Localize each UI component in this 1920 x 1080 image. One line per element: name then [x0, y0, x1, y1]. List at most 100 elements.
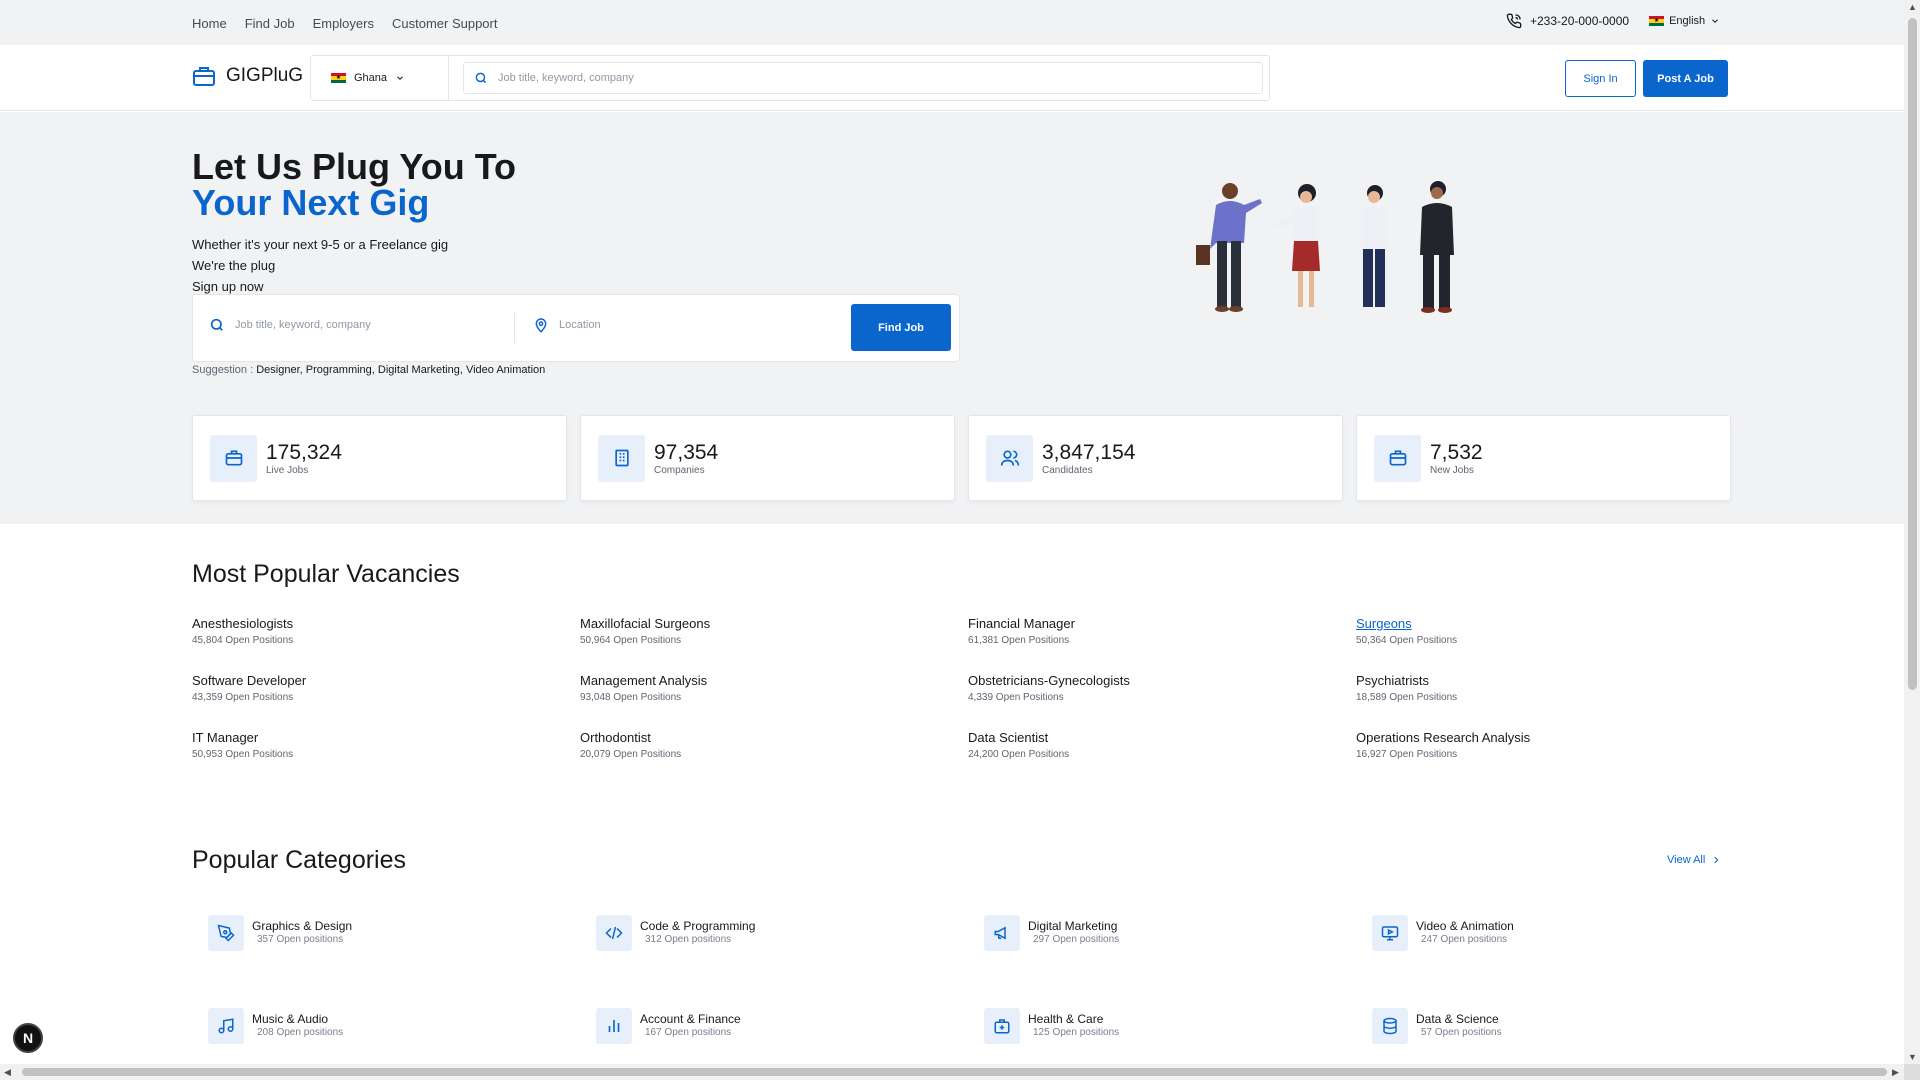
vacancy-title[interactable]: Psychiatrists	[1356, 672, 1744, 690]
monitor-play-icon	[1372, 915, 1408, 951]
vertical-scrollbar[interactable]: ▲ ▼	[1904, 0, 1920, 1080]
category-positions: 208 Open positions	[257, 1027, 344, 1038]
language-selector[interactable]: ★ English	[1649, 15, 1720, 27]
nav-home[interactable]: Home	[192, 16, 227, 31]
building-icon	[598, 434, 645, 482]
vacancy-title[interactable]: Financial Manager	[968, 615, 1356, 633]
category-positions: 167 Open positions	[645, 1027, 732, 1038]
nav-customer-support[interactable]: Customer Support	[392, 16, 498, 31]
category-item[interactable]: Music & Audio 208 Open positions	[208, 1008, 596, 1044]
category-positions: 125 Open positions	[1033, 1027, 1120, 1038]
dev-tools-badge[interactable]: N	[13, 1023, 43, 1053]
stat-value: 175,324	[266, 440, 342, 464]
suggestion-video-animation[interactable]: Video Animation	[466, 364, 545, 376]
vacancy-positions: 24,200 Open Positions	[968, 749, 1070, 760]
category-item[interactable]: Graphics & Design 357 Open positions	[208, 915, 596, 951]
bar-chart-icon	[596, 1008, 632, 1044]
nav-employers[interactable]: Employers	[313, 16, 374, 31]
search-icon	[209, 317, 225, 333]
scroll-right-arrow-icon[interactable]: ▶	[1892, 1067, 1899, 1078]
scroll-up-arrow-icon[interactable]: ▲	[1908, 2, 1917, 12]
find-job-button[interactable]: Find Job	[851, 304, 951, 351]
vacancy-positions: 43,359 Open Positions	[192, 692, 294, 703]
category-item[interactable]: Code & Programming 312 Open positions	[596, 915, 984, 951]
vacancy-item[interactable]: Maxillofacial Surgeons 50,964 Open Positi…	[580, 615, 968, 648]
phone-icon	[1506, 13, 1522, 29]
vacancy-title[interactable]: Orthodontist	[580, 729, 968, 747]
briefcase-logo-icon	[192, 65, 216, 87]
vacancy-item[interactable]: IT Manager 50,953 Open Positions	[192, 729, 580, 762]
vacancy-positions: 50,964 Open Positions	[580, 635, 682, 646]
vacancy-item[interactable]: Software Developer 43,359 Open Positions	[192, 672, 580, 705]
vacancy-positions: 20,079 Open Positions	[580, 749, 682, 760]
categories-title: Popular Categories	[192, 846, 407, 874]
vacancy-item[interactable]: Financial Manager 61,381 Open Positions	[968, 615, 1356, 648]
post-job-button[interactable]: Post A Job	[1643, 60, 1728, 97]
scroll-down-arrow-icon[interactable]: ▼	[1908, 1052, 1917, 1062]
phone-contact[interactable]: +233-20-000-0000	[1506, 13, 1629, 29]
horizontal-scrollbar[interactable]: ◀ ▶	[0, 1064, 1904, 1080]
users-icon	[986, 434, 1033, 482]
hero-search-box: Job title, keyword, company Location Fin…	[192, 294, 960, 362]
view-all-link[interactable]: View All	[1667, 854, 1721, 866]
stat-card-live-jobs: 175,324 Live Jobs	[192, 415, 567, 501]
hero-keyword-input[interactable]: Job title, keyword, company	[209, 317, 371, 333]
vacancy-title[interactable]: Data Scientist	[968, 729, 1356, 747]
scroll-left-arrow-icon[interactable]: ◀	[4, 1067, 11, 1078]
hero-illustration	[1190, 179, 1490, 355]
vacancy-item[interactable]: Orthodontist 20,079 Open Positions	[580, 729, 968, 762]
sign-in-button[interactable]: Sign In	[1565, 60, 1636, 97]
vacancy-item[interactable]: Management Analysis 93,048 Open Positions	[580, 672, 968, 705]
category-title: Music & Audio	[252, 1012, 329, 1026]
logo[interactable]: GIGPluG	[192, 65, 303, 87]
category-item[interactable]: Account & Finance 167 Open positions	[596, 1008, 984, 1044]
category-item[interactable]: Data & Science 57 Open positions	[1372, 1008, 1760, 1044]
vacancy-positions: 16,927 Open Positions	[1356, 749, 1458, 760]
vacancy-title[interactable]: Software Developer	[192, 672, 580, 690]
vertical-scroll-thumb[interactable]	[1908, 18, 1917, 690]
suggestion-designer[interactable]: Designer,	[256, 364, 302, 376]
search-icon	[474, 71, 488, 85]
hero-location-input[interactable]: Location	[533, 317, 601, 333]
vacancy-positions: 61,381 Open Positions	[968, 635, 1070, 646]
vacancy-positions: 50,953 Open Positions	[192, 749, 294, 760]
horizontal-scroll-thumb[interactable]	[22, 1068, 1887, 1076]
vacancy-title[interactable]: IT Manager	[192, 729, 580, 747]
category-positions: 297 Open positions	[1033, 934, 1120, 945]
vacancy-item[interactable]: Obstetricians-Gynecologists 4,339 Open Po…	[968, 672, 1356, 705]
chevron-right-icon	[1711, 854, 1721, 866]
vacancy-title[interactable]: Anesthesiologists	[192, 615, 580, 633]
suggestion-digital-marketing[interactable]: Digital Marketing,	[378, 364, 463, 376]
suggestion-programming[interactable]: Programming,	[306, 364, 375, 376]
stat-value: 3,847,154	[1042, 440, 1136, 464]
vacancy-item[interactable]: Psychiatrists 18,589 Open Positions	[1356, 672, 1744, 705]
country-selector[interactable]: ★ Ghana	[311, 56, 449, 100]
header-search-input[interactable]: Job title, keyword, company	[463, 62, 1263, 94]
vacancy-title[interactable]: Surgeons	[1356, 615, 1744, 633]
nav-find-job[interactable]: Find Job	[245, 16, 295, 31]
category-positions: 57 Open positions	[1421, 1027, 1502, 1038]
vacancy-title[interactable]: Obstetricians-Gynecologists	[968, 672, 1356, 690]
vacancy-item[interactable]: Anesthesiologists 45,804 Open Positions	[192, 615, 580, 648]
phone-number: +233-20-000-0000	[1530, 14, 1630, 28]
stat-card-candidates: 3,847,154 Candidates	[968, 415, 1343, 501]
vacancy-positions: 50,364 Open Positions	[1356, 635, 1458, 646]
main-header: GIGPluG ★ Ghana Job title, keyword, comp…	[0, 45, 1904, 111]
vacancy-title[interactable]: Operations Research Analysis	[1356, 729, 1744, 747]
vacancy-title[interactable]: Maxillofacial Surgeons	[580, 615, 968, 633]
header-search-bar: ★ Ghana Job title, keyword, company	[310, 55, 1270, 101]
ghana-flag-icon: ★	[1649, 16, 1665, 26]
stat-label: New Jobs	[1430, 464, 1474, 476]
vacancy-item[interactable]: Surgeons 50,364 Open Positions	[1356, 615, 1744, 648]
category-item[interactable]: Digital Marketing 297 Open positions	[984, 915, 1372, 951]
search-divider	[514, 313, 515, 343]
category-item[interactable]: Video & Animation 247 Open positions	[1372, 915, 1760, 951]
vacancy-title[interactable]: Management Analysis	[580, 672, 968, 690]
hero-title-line2: Your Next Gig	[192, 182, 430, 223]
vacancy-item[interactable]: Data Scientist 24,200 Open Positions	[968, 729, 1356, 762]
ghana-flag-icon: ★	[331, 73, 346, 83]
vacancy-item[interactable]: Operations Research Analysis 16,927 Open …	[1356, 729, 1744, 762]
category-title: Graphics & Design	[252, 919, 353, 933]
view-all-label: View All	[1667, 854, 1706, 866]
category-item[interactable]: Health & Care 125 Open positions	[984, 1008, 1372, 1044]
